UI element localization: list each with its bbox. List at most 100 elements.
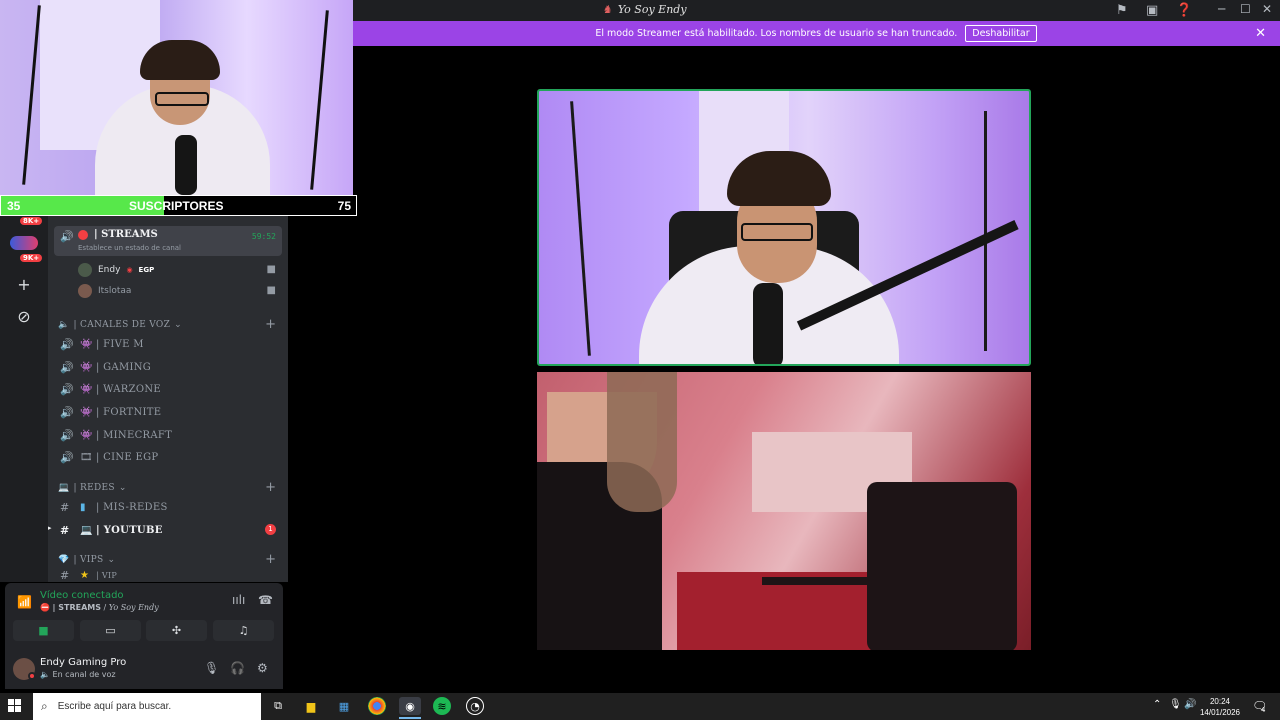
background-lamp bbox=[310, 10, 329, 190]
chrome-icon[interactable] bbox=[368, 697, 386, 715]
windows-start-icon[interactable] bbox=[8, 699, 22, 713]
flag-icon[interactable]: ⚑ bbox=[1116, 3, 1128, 18]
laptop-icon: 💻 bbox=[58, 483, 70, 493]
taskbar-clock[interactable]: 20:24 14/01/2026 bbox=[1198, 696, 1242, 718]
voice-channel[interactable]: 🔊 👾 | MINECRAFT bbox=[56, 424, 282, 446]
diamond-icon: 💎 bbox=[58, 555, 70, 565]
add-channel-icon[interactable]: + bbox=[265, 480, 276, 495]
alien-emoji-icon: 👾 bbox=[80, 429, 93, 441]
microphone-tray-icon[interactable]: 🎙 bbox=[1169, 699, 1182, 710]
streamer-microphone bbox=[175, 135, 197, 195]
microsoft-store-icon[interactable]: ▦ bbox=[335, 697, 353, 715]
voice-status-title[interactable]: Vídeo conectado bbox=[40, 590, 124, 601]
taskbar-search-box[interactable]: ⌕ Escribe aquí para buscar. bbox=[33, 693, 261, 720]
background-lamp bbox=[984, 111, 987, 351]
user-tag: EGP bbox=[138, 266, 155, 274]
voice-channel[interactable]: 🔊 👾 | FIVE M bbox=[56, 333, 282, 355]
video-tile-itslotaa[interactable] bbox=[537, 372, 1031, 650]
category-vips[interactable]: 💎 | VIPS ⌄ bbox=[58, 555, 115, 565]
add-channel-icon[interactable]: + bbox=[265, 317, 276, 332]
signal-icon[interactable]: 📶 bbox=[17, 595, 32, 609]
task-view-icon[interactable]: ⧉ bbox=[269, 697, 287, 715]
subscriber-goal-bar: 35 SUSCRIPTORES 75 bbox=[0, 195, 357, 216]
minimize-icon[interactable]: ─ bbox=[1218, 2, 1225, 16]
voice-user[interactable]: Endy ◉ EGP bbox=[78, 260, 154, 280]
microphone bbox=[753, 283, 783, 364]
active-voice-channel[interactable]: 🔊 | STREAMS Establece un estado de canal… bbox=[54, 226, 282, 256]
add-server-icon[interactable]: + bbox=[12, 272, 36, 296]
obs-icon[interactable]: ◔ bbox=[466, 697, 484, 715]
microphone-icon[interactable]: 🎙 bbox=[204, 661, 219, 675]
voice-channel[interactable]: 🔊 👾 | WARZONE bbox=[56, 378, 282, 400]
voice-channel[interactable]: 🔊 👾 | GAMING bbox=[56, 356, 282, 378]
screen-share-button[interactable]: ▭ bbox=[80, 620, 141, 641]
show-hidden-icons-icon[interactable]: ⌃ bbox=[1153, 699, 1161, 710]
speaker-icon: 🔊 bbox=[60, 230, 74, 243]
category-voice[interactable]: 🔈 | CANALES DE VOZ ⌄ bbox=[58, 320, 182, 330]
channel-sidebar: 🔊 | STREAMS Establece un estado de canal… bbox=[48, 216, 288, 582]
speaker-icon: 🔊 bbox=[60, 337, 74, 351]
inbox-icon[interactable]: ▣ bbox=[1146, 3, 1158, 18]
file-explorer-icon[interactable]: ▆ bbox=[302, 697, 320, 715]
laptop-emoji-icon: 💻 bbox=[80, 524, 93, 536]
server-folder-icon[interactable] bbox=[10, 236, 38, 250]
disconnect-icon[interactable]: ☎ bbox=[258, 593, 273, 607]
soundboard-icon: ♫ bbox=[238, 624, 249, 637]
projector-emoji-icon: 🎞 bbox=[80, 451, 93, 463]
voice-user[interactable]: Itslotaa bbox=[78, 281, 131, 301]
server-rail: 8K+ 9K+ + ⊘ bbox=[0, 216, 48, 582]
hash-icon: # bbox=[60, 523, 70, 537]
noise-suppression-icon[interactable]: ıılı bbox=[232, 593, 245, 607]
chevron-down-icon: ⌄ bbox=[107, 555, 116, 565]
windows-taskbar: ⌕ Escribe aquí para buscar. ⧉ ▆ ▦ ◉ ≋ ◔ … bbox=[0, 693, 1280, 720]
search-placeholder: Escribe aquí para buscar. bbox=[57, 701, 172, 712]
speaker-icon: 🔊 bbox=[60, 450, 74, 464]
user-status: 🔈 En canal de voz bbox=[40, 670, 116, 679]
person-hair bbox=[727, 151, 831, 206]
category-redes[interactable]: 💻 | REDES ⌄ bbox=[58, 483, 127, 493]
maximize-icon[interactable]: ☐ bbox=[1240, 2, 1251, 16]
close-banner-icon[interactable]: ✕ bbox=[1255, 26, 1266, 41]
speaker-icon: 🔊 bbox=[60, 428, 74, 442]
chevron-down-icon: ⌄ bbox=[174, 320, 183, 330]
activities-icon: ✣ bbox=[171, 624, 182, 637]
goal-current: 35 bbox=[7, 199, 21, 213]
soundboard-button[interactable]: ♫ bbox=[213, 620, 274, 641]
text-channel[interactable]: # ★ | VIP bbox=[56, 568, 282, 582]
add-channel-icon[interactable]: + bbox=[265, 552, 276, 567]
voice-channel-path: ⛔ | STREAMS / Yo Soy Endy bbox=[40, 603, 159, 612]
speaker-icon: 🔊 bbox=[60, 382, 74, 396]
goal-target: 75 bbox=[337, 199, 351, 213]
title-bar: ♞ Yo Soy Endy ⚑ ▣ ❓ ─ ☐ ✕ bbox=[352, 0, 1280, 21]
close-window-icon[interactable]: ✕ bbox=[1262, 2, 1272, 16]
phone-emoji-icon: ▮ bbox=[80, 501, 86, 513]
discord-icon[interactable]: ◉ bbox=[399, 697, 421, 715]
alien-emoji-icon: 👾 bbox=[80, 406, 93, 418]
streamer-webcam-overlay bbox=[0, 0, 353, 198]
alien-emoji-icon: 👾 bbox=[80, 338, 93, 350]
banner-message: El modo Streamer está habilitado. Los no… bbox=[595, 28, 958, 39]
camera-button[interactable]: ■ bbox=[13, 620, 74, 641]
activities-button[interactable]: ✣ bbox=[146, 620, 207, 641]
headphones-icon[interactable]: 🎧 bbox=[230, 661, 245, 675]
unread-indicator: ▸ bbox=[48, 524, 52, 532]
voice-channel[interactable]: 🔊 🎞 | CINE EGP bbox=[56, 446, 282, 468]
disable-streamer-mode-button[interactable]: Deshabilitar bbox=[965, 25, 1037, 42]
video-tile-endy[interactable] bbox=[537, 89, 1031, 366]
text-channel[interactable]: # ▮ | MIS-REDES bbox=[56, 496, 282, 518]
speaker-icon: 🔊 bbox=[60, 360, 74, 374]
text-channel[interactable]: # 💻 | YOUTUBE bbox=[56, 519, 282, 541]
settings-gear-icon[interactable]: ⚙ bbox=[257, 661, 268, 675]
background-lamp bbox=[570, 101, 591, 356]
live-icon: ◉ bbox=[126, 266, 133, 274]
alien-emoji-icon: 👾 bbox=[80, 361, 93, 373]
screen-share-icon: ▭ bbox=[105, 624, 116, 637]
discover-icon[interactable]: ⊘ bbox=[12, 304, 36, 328]
volume-icon[interactable]: 🔊 bbox=[1184, 699, 1196, 710]
channel-status[interactable]: Establece un estado de canal bbox=[78, 244, 181, 252]
voice-channel[interactable]: 🔊 👾 | FORTNITE bbox=[56, 401, 282, 423]
help-icon[interactable]: ❓ bbox=[1176, 3, 1192, 18]
username[interactable]: Endy Gaming Pro bbox=[40, 657, 126, 668]
camera-icon: ■ bbox=[266, 285, 276, 296]
spotify-icon[interactable]: ≋ bbox=[433, 697, 451, 715]
